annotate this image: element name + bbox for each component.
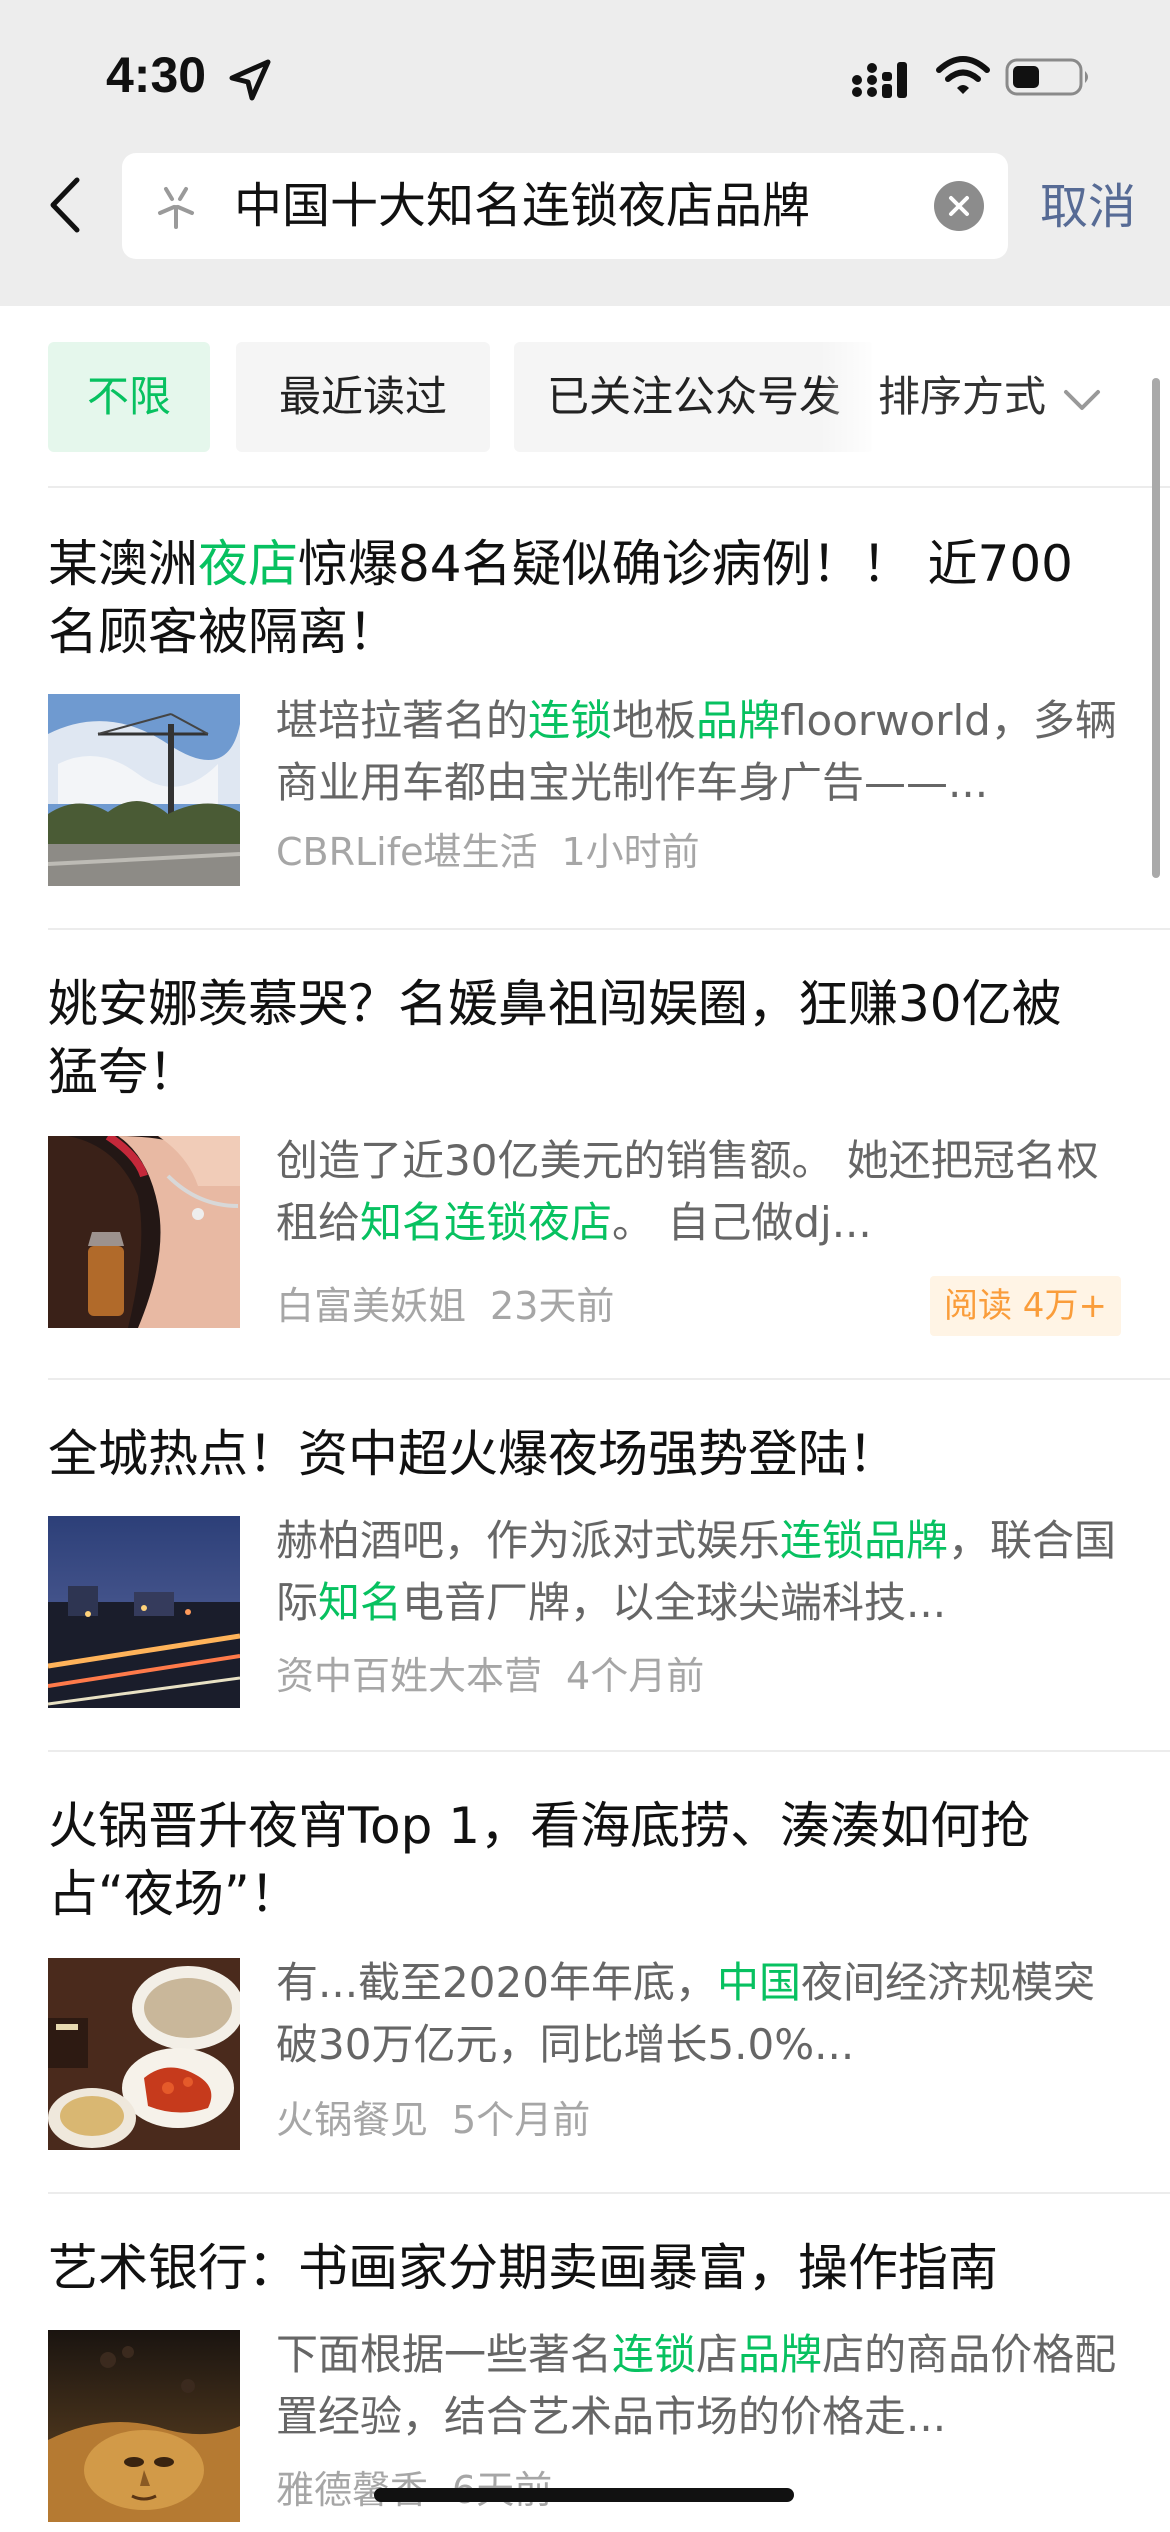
result-time: 23天前 bbox=[490, 1284, 615, 1328]
text-segment: 火锅晋升夜宵Top 1，看海底捞、湊湊如何抢占“夜场”！ bbox=[48, 1797, 1031, 1923]
text-segment: 堪培拉著名的 bbox=[276, 696, 529, 745]
keyword-highlight: 连锁品牌 bbox=[780, 1516, 949, 1565]
keyword-highlight: 夜店 bbox=[198, 535, 298, 593]
result-snippet: 下面根据一些著名连锁店品牌店的商品价格配置经验，结合艺术品市场的价格走... bbox=[276, 2324, 1122, 2448]
text-segment: 赫柏酒吧，作为派对式娱乐 bbox=[276, 1516, 781, 1565]
result-item[interactable]: 姚安娜羡慕哭？名媛鼻祖闯娱圈，狂赚30亿被猛夸！ 创造了近30亿美元的销售额。 … bbox=[0, 930, 1170, 1380]
result-title: 姚安娜羡慕哭？名媛鼻祖闯娱圈，狂赚30亿被猛夸！ bbox=[48, 970, 1108, 1106]
filter-chip-recently-read[interactable]: 最近读过 bbox=[236, 342, 490, 452]
surreal-art-photo bbox=[48, 2330, 240, 2522]
home-indicator[interactable] bbox=[374, 2488, 794, 2502]
sort-label: 排序方式 bbox=[878, 372, 1047, 421]
chip-overflow-fade bbox=[820, 342, 880, 452]
hotpot-food-photo bbox=[48, 1958, 240, 2150]
keyword-highlight: 知名连锁夜店 bbox=[360, 1198, 613, 1247]
search-input[interactable]: 中国十大知名连锁夜店品牌 bbox=[122, 153, 1008, 259]
result-meta: 资中百姓大本营 4个月前 bbox=[276, 1646, 704, 1706]
keyword-highlight: 品牌 bbox=[696, 696, 781, 745]
text-segment: 艺术银行：书画家分期卖画暴富，操作指南 bbox=[48, 2239, 998, 2297]
text-segment: 某澳洲 bbox=[48, 535, 198, 593]
result-source: 火锅餐见 bbox=[276, 2098, 429, 2142]
result-item[interactable]: 艺术银行：书画家分期卖画暴富，操作指南 下面根据一些著名连锁店品牌店的商品价格配… bbox=[0, 2194, 1170, 2532]
result-time: 4个月前 bbox=[566, 1654, 705, 1698]
crane-construction-photo bbox=[48, 694, 240, 886]
top-header: 4:30 中国十大知名连锁夜店品牌 取消 bbox=[0, 0, 1170, 306]
result-time: 1小时前 bbox=[561, 830, 700, 874]
wifi-icon bbox=[936, 56, 990, 94]
result-thumbnail bbox=[48, 1136, 240, 1328]
result-source: 资中百姓大本营 bbox=[276, 1654, 543, 1698]
back-button[interactable] bbox=[36, 170, 92, 240]
keyword-highlight: 知名 bbox=[318, 1578, 403, 1627]
cellular-signal-icon bbox=[852, 62, 907, 98]
keyword-highlight: 中国 bbox=[716, 1958, 801, 2007]
woman-with-drink-photo bbox=[48, 1136, 240, 1328]
filter-chip-all[interactable]: 不限 bbox=[48, 342, 210, 452]
close-icon bbox=[949, 196, 969, 216]
result-meta: 火锅餐见 5个月前 bbox=[276, 2090, 590, 2150]
result-title: 艺术银行：书画家分期卖画暴富，操作指南 bbox=[48, 2234, 1108, 2302]
search-logo-icon bbox=[158, 187, 194, 229]
search-query-text: 中国十大知名连锁夜店品牌 bbox=[234, 178, 811, 234]
battery-icon bbox=[1005, 58, 1088, 96]
result-snippet: 有...截至2020年年底，中国夜间经济规模突破30万亿元，同比增长5.0%..… bbox=[276, 1952, 1122, 2076]
keyword-highlight: 连锁 bbox=[612, 2330, 697, 2379]
text-segment: 电音厂牌，以全球尖端科技... bbox=[402, 1578, 947, 1627]
result-source: 白富美妖姐 bbox=[276, 1284, 467, 1328]
result-meta: 白富美妖姐 23天前 bbox=[276, 1276, 614, 1336]
cancel-button[interactable]: 取消 bbox=[1040, 176, 1136, 238]
result-title: 火锅晋升夜宵Top 1，看海底捞、湊湊如何抢占“夜场”！ bbox=[48, 1792, 1108, 1928]
text-segment: 下面根据一些著名 bbox=[276, 2330, 613, 2379]
text-segment: 店 bbox=[696, 2330, 739, 2379]
result-time: 5个月前 bbox=[452, 2098, 591, 2142]
result-thumbnail bbox=[48, 1516, 240, 1708]
result-title: 全城热点！资中超火爆夜场强势登陆！ bbox=[48, 1420, 1108, 1488]
result-title: 某澳洲夜店惊爆84名疑似确诊病例！！ 近700名顾客被隔离！ bbox=[48, 530, 1108, 666]
text-segment: 姚安娜羡慕哭？名媛鼻祖闯娱圈，狂赚30亿被猛夸！ bbox=[48, 975, 1062, 1101]
result-item[interactable]: 全城热点！资中超火爆夜场强势登陆！ 赫柏酒吧，作为派对式娱乐连锁品牌，联合国际知… bbox=[0, 1380, 1170, 1752]
text-segment: 地板 bbox=[612, 696, 697, 745]
result-source: CBRLife堪生活 bbox=[276, 830, 538, 874]
text-segment: 全城热点！资中超火爆夜场强势登陆！ bbox=[48, 1425, 898, 1483]
chevron-left-icon bbox=[50, 177, 80, 233]
result-snippet: 赫柏酒吧，作为派对式娱乐连锁品牌，联合国际知名电音厂牌，以全球尖端科技... bbox=[276, 1510, 1122, 1634]
city-night-photo bbox=[48, 1516, 240, 1708]
clear-search-button[interactable] bbox=[934, 181, 984, 231]
filter-bar: 不限 最近读过 已关注公众号发 排序方式 bbox=[0, 306, 1170, 488]
keyword-highlight: 连锁 bbox=[528, 696, 613, 745]
result-item[interactable]: 火锅晋升夜宵Top 1，看海底捞、湊湊如何抢占“夜场”！ 有...截至2020年… bbox=[0, 1752, 1170, 2194]
result-thumbnail bbox=[48, 2330, 240, 2522]
result-snippet: 创造了近30亿美元的销售额。 她还把冠名权租给知名连锁夜店。 自己做dj... bbox=[276, 1130, 1122, 1254]
result-meta: CBRLife堪生活 1小时前 bbox=[276, 822, 700, 882]
sort-dropdown[interactable]: 排序方式 bbox=[872, 342, 1103, 452]
location-arrow-icon bbox=[229, 59, 271, 101]
result-snippet: 堪培拉著名的连锁地板品牌floorworld，多辆商业用车都由宝光制作车身广告—… bbox=[276, 690, 1122, 814]
keyword-highlight: 品牌 bbox=[738, 2330, 823, 2379]
result-thumbnail bbox=[48, 1958, 240, 2150]
text-segment: 有...截至2020年年底， bbox=[276, 1958, 717, 2007]
text-segment: 。 自己做dj... bbox=[612, 1198, 872, 1247]
chevron-down-icon bbox=[1064, 389, 1101, 410]
status-time: 4:30 bbox=[106, 47, 207, 103]
result-thumbnail bbox=[48, 694, 240, 886]
divider bbox=[48, 486, 1170, 488]
result-item[interactable]: 某澳洲夜店惊爆84名疑似确诊病例！！ 近700名顾客被隔离！ 堪培拉著名的连锁地… bbox=[0, 490, 1170, 930]
read-count-badge: 阅读 4万+ bbox=[930, 1276, 1121, 1336]
